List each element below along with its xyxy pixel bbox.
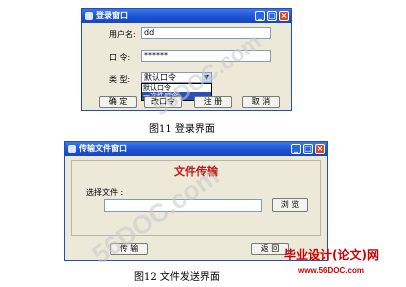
select-file-label: 选择文件 : [86,188,124,197]
brand-url: www.56DOC.com [298,266,364,275]
transfer-caption: 图12 文件发送界面 [134,272,220,283]
cancel-button[interactable]: 取 消 [242,96,280,108]
minimize-icon[interactable]: _ [255,11,265,21]
close-icon[interactable]: × [315,144,325,154]
close-icon[interactable]: × [279,11,289,21]
register-button[interactable]: 注 册 [194,96,232,108]
app-icon [68,145,76,153]
transfer-titlebar: 传输文件窗口 _ □ × [65,142,327,156]
confirm-button[interactable]: 确 定 [99,96,137,108]
transfer-window-title: 传输文件窗口 [79,144,127,153]
brand-title: 毕业设计(论文)网 [284,248,379,262]
app-icon [85,12,93,20]
maximize-icon[interactable]: □ [267,11,277,21]
browse-button[interactable]: 浏 览 [272,198,308,212]
login-titlebar: 登录窗口 _ □ × [82,9,291,23]
password-label: 口 令: [109,53,131,62]
login-caption: 图11 登录界面 [149,124,215,135]
minimize-icon[interactable]: _ [291,144,301,154]
login-window-title: 登录窗口 [96,11,128,20]
username-label: 用户名: [109,30,136,39]
type-select-value: 默认口令 [144,73,176,82]
type-label: 类 型: [109,75,131,84]
maximize-icon[interactable]: □ [303,144,313,154]
